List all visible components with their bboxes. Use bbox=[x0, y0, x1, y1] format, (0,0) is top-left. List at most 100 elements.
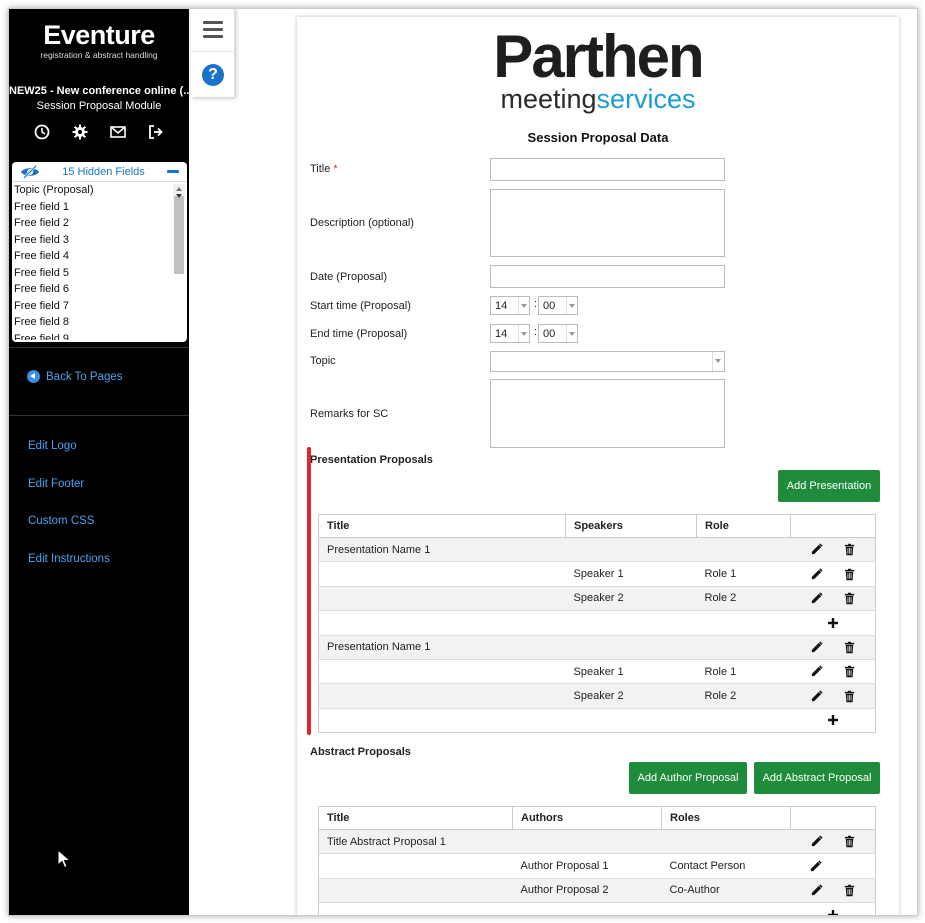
pencil-icon[interactable] bbox=[810, 592, 823, 605]
history-icon[interactable] bbox=[34, 124, 50, 140]
abstract-title-cell bbox=[318, 877, 513, 903]
speaker-cell: Speaker 2 bbox=[565, 683, 697, 709]
row-actions bbox=[790, 828, 876, 854]
pencil-icon[interactable] bbox=[810, 665, 823, 678]
gear-icon[interactable] bbox=[72, 124, 88, 140]
collapse-icon[interactable] bbox=[167, 170, 179, 173]
list-item[interactable]: Free field 3 bbox=[14, 232, 187, 249]
column-header-speakers: Speakers bbox=[565, 514, 697, 538]
pencil-icon[interactable] bbox=[810, 543, 823, 556]
trash-icon[interactable] bbox=[843, 690, 856, 703]
chevron-down-icon bbox=[566, 297, 577, 314]
hidden-fields-list[interactable]: Topic (Proposal) Free field 1 Free field… bbox=[12, 182, 187, 340]
app-window: Eventure registration & abstract handlin… bbox=[8, 8, 918, 916]
custom-css-link[interactable]: Custom CSS bbox=[28, 515, 94, 527]
role-cell: Role 2 bbox=[696, 585, 791, 611]
list-item[interactable]: Topic (Proposal) bbox=[14, 182, 187, 199]
list-item[interactable]: Free field 7 bbox=[14, 298, 187, 315]
trash-icon[interactable] bbox=[843, 592, 856, 605]
pencil-icon[interactable] bbox=[810, 567, 823, 581]
hidden-fields-header[interactable]: 15 Hidden Fields bbox=[12, 162, 187, 182]
list-item[interactable]: Free field 1 bbox=[14, 199, 187, 216]
logo-line-1: Parthen bbox=[493, 23, 704, 90]
trash-icon[interactable] bbox=[843, 543, 856, 556]
role-cell: Co-Author bbox=[661, 877, 791, 903]
list-item[interactable]: Free field 2 bbox=[14, 215, 187, 232]
presentation-title-cell bbox=[318, 561, 566, 587]
edit-logo-link[interactable]: Edit Logo bbox=[28, 440, 77, 452]
sidebar-divider bbox=[9, 415, 189, 416]
pencil-icon[interactable] bbox=[810, 884, 823, 897]
row-actions bbox=[790, 536, 876, 562]
trash-icon[interactable] bbox=[843, 665, 856, 678]
add-speaker-plus-icon[interactable] bbox=[827, 714, 839, 726]
edit-instructions-link[interactable]: Edit Instructions bbox=[28, 553, 110, 565]
hamburger-menu-icon[interactable] bbox=[203, 21, 223, 38]
add-author-plus-icon[interactable] bbox=[827, 909, 839, 916]
back-to-pages-link[interactable]: Back To Pages bbox=[27, 370, 123, 383]
chevron-down-icon bbox=[518, 325, 529, 342]
date-input[interactable] bbox=[490, 265, 725, 288]
presentations-title: Presentation Proposals bbox=[310, 454, 433, 466]
column-header-title: Title bbox=[318, 514, 566, 538]
list-item[interactable]: Free field 8 bbox=[14, 314, 187, 331]
time-separator: : bbox=[534, 326, 538, 338]
author-cell: Author Proposal 2 bbox=[512, 877, 662, 903]
end-hour-select[interactable]: 14 bbox=[490, 324, 530, 343]
trash-icon[interactable] bbox=[843, 884, 856, 897]
pencil-icon[interactable] bbox=[810, 689, 823, 703]
pencil-icon[interactable] bbox=[809, 859, 822, 873]
title-input[interactable] bbox=[490, 158, 725, 181]
trash-icon[interactable] bbox=[843, 641, 856, 654]
table-row: Speaker 2 Role 2 bbox=[318, 683, 876, 709]
column-header-actions bbox=[790, 806, 876, 830]
help-icon[interactable]: ? bbox=[202, 64, 224, 86]
remarks-textarea[interactable] bbox=[490, 379, 725, 448]
date-label: Date (Proposal) bbox=[310, 271, 388, 283]
logout-icon[interactable] bbox=[148, 124, 164, 140]
scroll-thumb[interactable] bbox=[174, 196, 184, 274]
table-row bbox=[318, 610, 876, 636]
speaker-cell: Speaker 1 bbox=[565, 561, 697, 587]
add-author-proposal-button[interactable]: Add Author Proposal bbox=[629, 762, 747, 794]
description-textarea[interactable] bbox=[490, 189, 725, 257]
column-header-authors: Authors bbox=[512, 806, 662, 830]
required-mark: * bbox=[333, 163, 338, 175]
edit-footer-link[interactable]: Edit Footer bbox=[28, 478, 84, 490]
scroll-up-icon[interactable] bbox=[176, 187, 182, 191]
list-item[interactable]: Free field 9 bbox=[14, 331, 187, 341]
author-cell: Author Proposal 1 bbox=[512, 853, 662, 879]
trash-icon[interactable] bbox=[843, 835, 856, 848]
list-item[interactable]: Free field 5 bbox=[14, 265, 187, 282]
speaker-cell bbox=[565, 634, 697, 660]
column-header-roles: Roles bbox=[661, 806, 791, 830]
table-row: Speaker 1 Role 1 bbox=[318, 561, 876, 587]
brand-logo: Eventure registration & abstract handlin… bbox=[9, 9, 189, 77]
row-actions bbox=[790, 585, 876, 611]
mail-icon[interactable] bbox=[110, 124, 126, 140]
row-actions bbox=[790, 634, 876, 660]
sidebar-divider bbox=[9, 347, 189, 348]
pencil-icon[interactable] bbox=[810, 835, 823, 848]
list-item[interactable]: Free field 6 bbox=[14, 281, 187, 298]
start-time-label: Start time (Proposal) bbox=[310, 300, 411, 312]
list-item[interactable]: Free field 4 bbox=[14, 248, 187, 265]
hidden-fields-scrollbar[interactable] bbox=[173, 184, 185, 274]
role-cell: Role 1 bbox=[696, 561, 791, 587]
end-minute-select[interactable]: 00 bbox=[538, 324, 578, 343]
logo-line-2: meetingservices bbox=[297, 85, 899, 113]
start-minute-select[interactable]: 00 bbox=[538, 296, 578, 315]
start-hour-select[interactable]: 14 bbox=[490, 296, 530, 315]
trash-icon[interactable] bbox=[843, 568, 856, 581]
pencil-icon[interactable] bbox=[810, 641, 823, 654]
add-abstract-proposal-button[interactable]: Add Abstract Proposal bbox=[754, 762, 880, 794]
presentations-table: Title Speakers Role Presentation Name 1 bbox=[318, 514, 876, 734]
add-speaker-plus-icon[interactable] bbox=[827, 617, 839, 629]
logo-services: services bbox=[596, 84, 696, 114]
scroll-down-icon[interactable] bbox=[176, 193, 182, 198]
add-presentation-button[interactable]: Add Presentation bbox=[778, 470, 880, 502]
brand-tagline: registration & abstract handling bbox=[40, 50, 158, 60]
row-actions bbox=[790, 658, 876, 684]
topic-select[interactable] bbox=[490, 351, 725, 372]
role-cell bbox=[661, 828, 791, 854]
